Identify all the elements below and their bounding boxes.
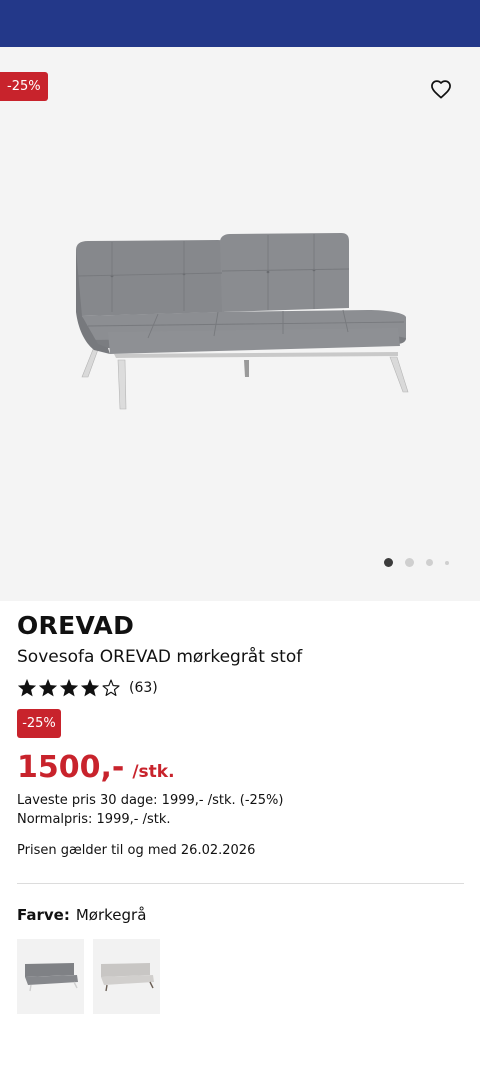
product-price: 1500,- /stk. (17, 750, 175, 785)
sofa-dark-grey-thumbnail (24, 962, 78, 991)
gallery-pagination[interactable] (384, 558, 449, 567)
star-filled-icon (80, 678, 100, 697)
product-image-gallery[interactable]: -25% (0, 47, 480, 601)
product-brand: OREVAD (17, 611, 135, 640)
rating-stars (17, 678, 121, 697)
star-filled-icon (59, 678, 79, 697)
gallery-dot[interactable] (445, 560, 449, 565)
sofa-product-image (76, 233, 409, 410)
lowest-price-30-days: Laveste pris 30 dage: 1999,- /stk. (-25%… (17, 793, 284, 808)
price-amount: 1500,- (17, 750, 125, 785)
heart-outline-icon (431, 79, 451, 99)
product-rating[interactable]: (63) (17, 678, 158, 697)
product-name: Sovesofa OREVAD mørkegråt stof (17, 647, 303, 667)
gallery-dot[interactable] (405, 558, 414, 567)
discount-badge: -25% (17, 709, 61, 738)
star-outline-icon (102, 679, 120, 697)
favorite-button[interactable] (426, 76, 456, 102)
star-filled-icon (17, 678, 37, 697)
top-navigation-bar (0, 0, 480, 47)
gallery-dot[interactable] (426, 559, 433, 566)
price-unit: /stk. (132, 762, 175, 782)
normal-price: Normalpris: 1999,- /stk. (17, 812, 171, 827)
sofa-light-grey-thumbnail (100, 962, 154, 991)
color-swatch-light-grey[interactable] (93, 939, 160, 1014)
divider (17, 883, 464, 884)
price-valid-until: Prisen gælder til og med 26.02.2026 (17, 843, 256, 858)
star-filled-icon (38, 678, 58, 697)
discount-flag: -25% (0, 72, 48, 101)
color-label: Farve: (17, 906, 70, 924)
gallery-dot-active[interactable] (384, 558, 393, 567)
rating-count[interactable]: (63) (129, 680, 158, 696)
selected-color: Mørkegrå (75, 906, 147, 924)
color-swatch-dark-grey[interactable] (17, 939, 84, 1014)
color-selector-label: Farve: Mørkegrå (17, 906, 146, 924)
